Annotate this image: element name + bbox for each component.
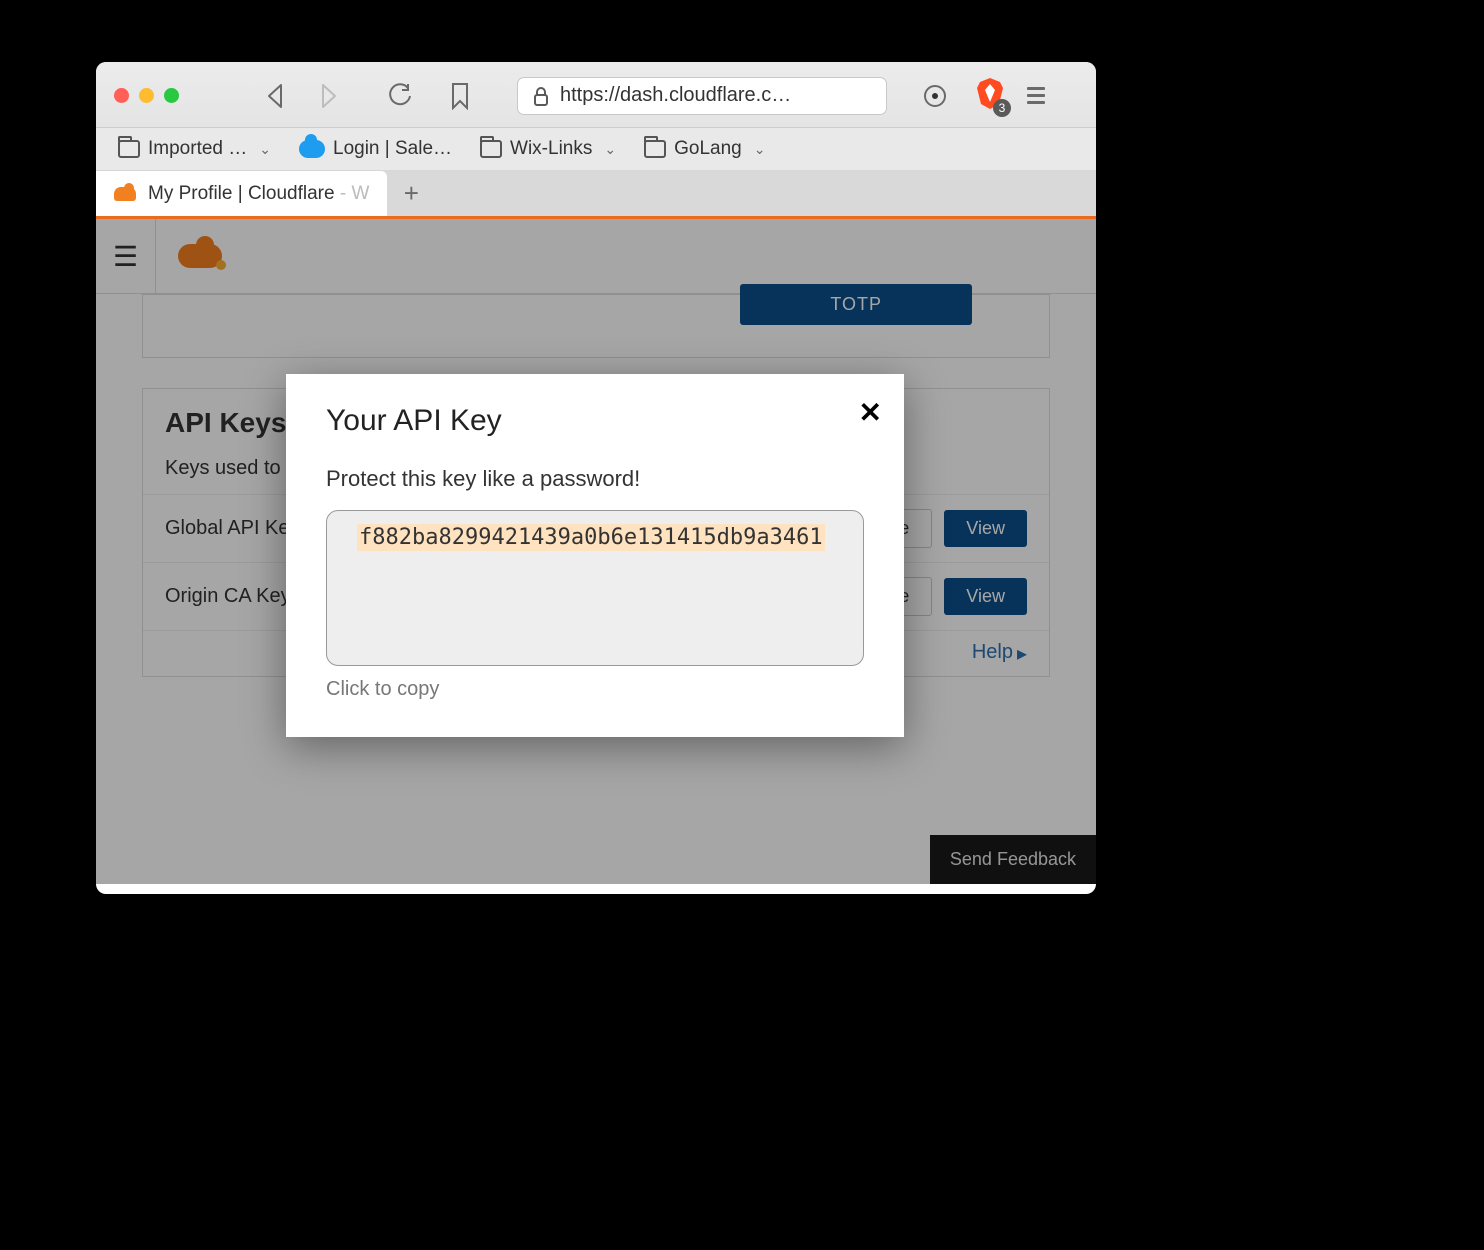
- modal-title: Your API Key: [326, 404, 864, 438]
- bookmark-label: Wix-Links: [510, 138, 592, 160]
- url-text: https://dash.cloudflare.c…: [560, 84, 791, 107]
- browser-window: https://dash.cloudflare.c… 3 Imported … …: [96, 62, 1096, 894]
- folder-icon: [644, 140, 666, 158]
- tab-title: My Profile | Cloudflare - W: [148, 183, 369, 205]
- back-button[interactable]: [259, 83, 293, 109]
- bookmark-login-salesforce[interactable]: Login | Sale…: [299, 138, 452, 160]
- close-icon[interactable]: ✕: [859, 396, 882, 429]
- reload-button[interactable]: [381, 83, 419, 109]
- close-window-button[interactable]: [114, 88, 129, 103]
- reload-bookmark-group: [381, 82, 477, 110]
- folder-icon: [480, 140, 502, 158]
- maximize-window-button[interactable]: [164, 88, 179, 103]
- brave-badge: 3: [993, 99, 1011, 117]
- browser-menu-button[interactable]: [1027, 87, 1045, 104]
- copy-hint: Click to copy: [326, 678, 864, 701]
- brave-icon[interactable]: 3: [975, 76, 1005, 115]
- modal-subtitle: Protect this key like a password!: [326, 466, 864, 492]
- bookmarks-bar: Imported … ⌄ Login | Sale… Wix-Links ⌄ G…: [96, 128, 1096, 171]
- tab-my-profile[interactable]: My Profile | Cloudflare - W: [96, 171, 387, 216]
- chevron-down-icon: ⌄: [754, 141, 766, 158]
- chevron-down-icon: ⌄: [259, 141, 271, 158]
- api-key-box[interactable]: f882ba8299421439a0b6e131415db9a3461: [326, 510, 864, 666]
- minimize-window-button[interactable]: [139, 88, 154, 103]
- api-key-value: f882ba8299421439a0b6e131415db9a3461: [357, 524, 825, 551]
- lock-icon: [532, 86, 550, 106]
- cloudflare-favicon: [114, 187, 136, 201]
- bookmark-folder-golang[interactable]: GoLang ⌄: [644, 138, 765, 160]
- toolbar-right-icons: 3: [917, 76, 1045, 115]
- address-bar[interactable]: https://dash.cloudflare.c…: [517, 77, 887, 115]
- tab-bar: My Profile | Cloudflare - W +: [96, 171, 1096, 219]
- api-key-modal: ✕ Your API Key Protect this key like a p…: [286, 374, 904, 737]
- bookmark-label: GoLang: [674, 138, 742, 160]
- chevron-down-icon: ⌄: [604, 141, 616, 158]
- folder-icon: [118, 140, 140, 158]
- bookmark-folder-wixlinks[interactable]: Wix-Links ⌄: [480, 138, 616, 160]
- bookmark-label: Imported …: [148, 138, 247, 160]
- bookmark-folder-imported[interactable]: Imported … ⌄: [118, 138, 271, 160]
- bookmark-label: Login | Sale…: [333, 138, 452, 160]
- bookmark-button[interactable]: [443, 82, 477, 110]
- window-controls: [114, 88, 179, 103]
- cloud-icon: [299, 140, 325, 158]
- nav-buttons: [259, 83, 345, 109]
- forward-button[interactable]: [311, 83, 345, 109]
- new-tab-button[interactable]: +: [387, 171, 435, 216]
- shields-icon[interactable]: [917, 84, 953, 108]
- browser-chrome-toolbar: https://dash.cloudflare.c… 3: [96, 62, 1096, 128]
